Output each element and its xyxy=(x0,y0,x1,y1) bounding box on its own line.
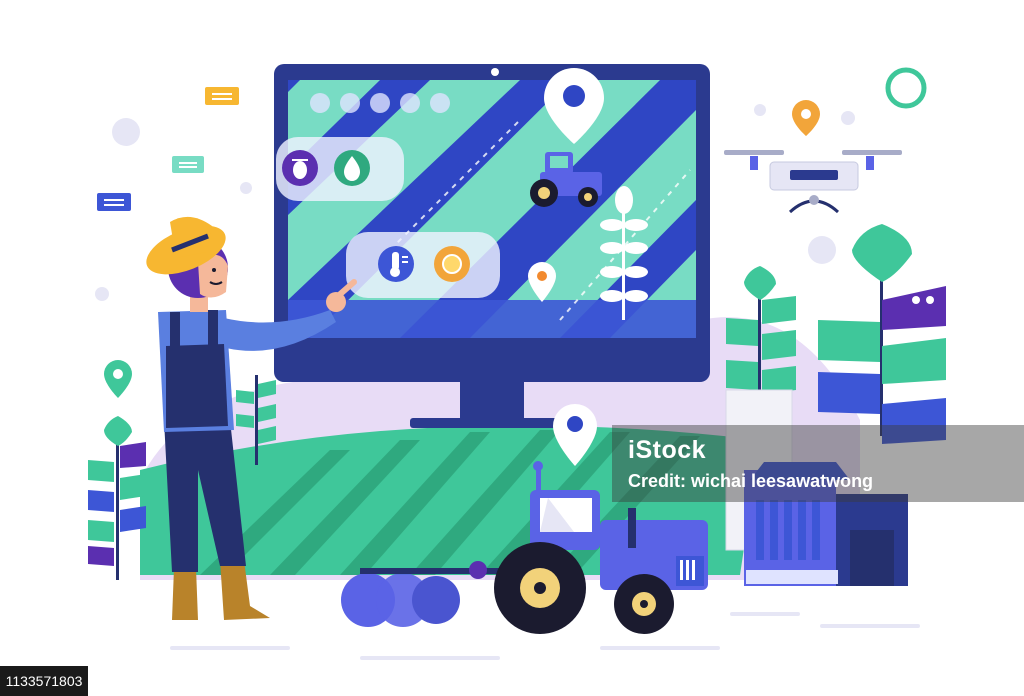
watermark-credit: Credit: wichai leesawatwong xyxy=(628,471,874,491)
plant-right-large xyxy=(818,224,946,444)
ring-icon xyxy=(885,67,927,109)
monitor-stand xyxy=(460,378,524,420)
drone-icon xyxy=(724,100,902,214)
camera-icon xyxy=(491,68,499,76)
sensor-panel-bottom xyxy=(346,232,500,298)
chat-bubble-icon xyxy=(172,156,204,173)
chat-bubble-icon xyxy=(97,193,131,211)
chat-bubble-icon xyxy=(205,87,239,105)
boot xyxy=(172,568,198,620)
watermark-logo: iStock xyxy=(628,436,707,464)
monitor-screen xyxy=(288,80,696,338)
sensor-panel-top xyxy=(276,137,404,201)
smart-farming-illustration xyxy=(88,64,946,660)
image-id-label: 1133571803 xyxy=(0,666,88,696)
